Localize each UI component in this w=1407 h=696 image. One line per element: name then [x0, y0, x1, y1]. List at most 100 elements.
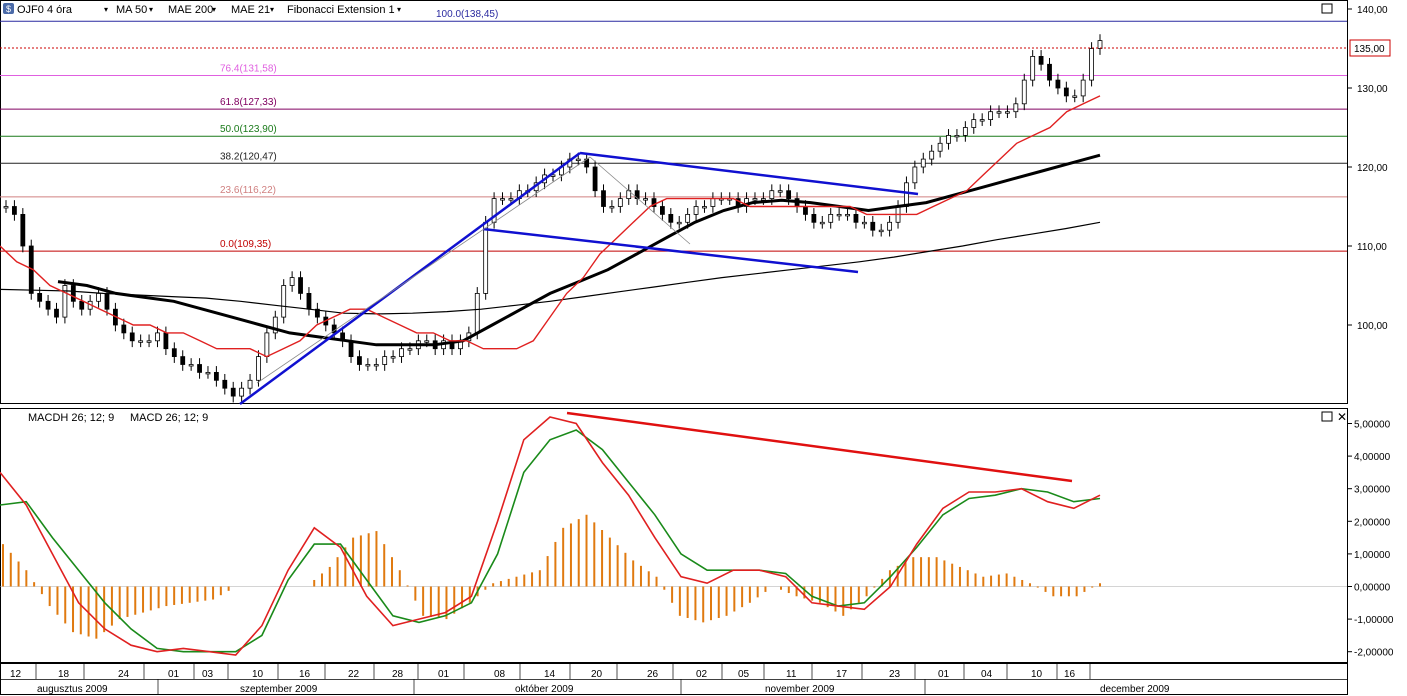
candle: [20, 213, 26, 247]
maximize-icon[interactable]: [1321, 411, 1333, 422]
candle: [617, 198, 623, 207]
fib-label: 76.4(131,58): [220, 64, 277, 75]
price-tick-label: 100,00: [1357, 321, 1388, 332]
candle: [508, 198, 514, 201]
chevron-down-icon[interactable]: ▾: [397, 5, 401, 14]
candle: [904, 182, 909, 207]
month-label: november 2009: [765, 684, 835, 695]
candle: [1072, 95, 1078, 98]
fib-label: 23.6(116,22): [220, 185, 276, 196]
candle: [104, 292, 110, 310]
candle: [424, 340, 430, 343]
day-tick-label: 11: [786, 669, 797, 680]
mae200-selector[interactable]: MAE 200: [168, 4, 213, 16]
macd-tick-label: -2,00000: [1354, 648, 1394, 659]
svg-text:$: $: [6, 4, 11, 14]
candle: [264, 332, 270, 357]
candle: [811, 213, 817, 223]
candle: [870, 221, 876, 231]
macd-panel-frame: [0, 408, 1348, 663]
day-tick-label: 12: [10, 669, 22, 680]
close-icon[interactable]: ✕: [1337, 410, 1347, 424]
candle: [213, 371, 219, 381]
candle: [12, 206, 17, 215]
candle: [1097, 40, 1103, 49]
candle: [163, 332, 169, 350]
day-tick-label: 10: [1031, 669, 1043, 680]
candle: [861, 221, 867, 225]
candle: [1055, 79, 1061, 89]
candle: [920, 158, 926, 168]
candle: [887, 221, 893, 231]
candle: [298, 277, 303, 294]
candle: [155, 332, 160, 342]
day-tick-label: 18: [58, 669, 70, 680]
fib-selector[interactable]: Fibonacci Extension 1: [287, 4, 395, 16]
candle: [693, 206, 699, 215]
fib-label: 0.0(109,35): [220, 239, 271, 250]
macd-tick-label: 0,00000: [1354, 583, 1391, 594]
maximize-icon[interactable]: [1321, 3, 1333, 14]
month-label: október 2009: [515, 684, 574, 695]
day-tick-label: 08: [494, 669, 506, 680]
candle: [819, 221, 825, 225]
candle: [786, 190, 792, 199]
candle: [382, 356, 388, 365]
price-axis: 140,00 130,00 120,00 110,00 100,00 135,00: [1347, 5, 1391, 332]
candle: [702, 206, 707, 209]
ma50-selector[interactable]: MA 50: [116, 4, 147, 16]
mae21-selector[interactable]: MAE 21: [231, 4, 270, 16]
candle: [937, 142, 943, 152]
candle: [1038, 56, 1044, 65]
candle: [357, 356, 362, 365]
day-tick-label: 05: [738, 669, 750, 680]
candle: [777, 190, 783, 193]
day-tick-label: 16: [299, 669, 311, 680]
macdh-selector[interactable]: MACDH 26; 12; 9: [28, 412, 114, 424]
chart-canvas: 100.0(138,45) 76.4(131,58) 61.8(127,33) 50.…: [0, 0, 1394, 695]
chevron-down-icon[interactable]: ▾: [212, 5, 216, 14]
candle: [121, 324, 127, 334]
day-tick-label: 01: [438, 669, 450, 680]
indicator-toolbar: $ OJF0 4 óra MA 50 MAE 200 MAE 21 Fibona…: [3, 3, 401, 16]
day-tick-label: 04: [981, 669, 993, 680]
price-tick-label: 130,00: [1357, 84, 1388, 95]
candle: [971, 119, 977, 128]
candle: [365, 364, 371, 367]
current-price-label: 135,00: [1354, 44, 1385, 55]
symbol-selector[interactable]: OJF0 4 óra: [17, 4, 73, 16]
candle: [239, 387, 245, 397]
candle: [962, 127, 968, 136]
candle: [390, 356, 396, 359]
candle: [1013, 103, 1019, 113]
candle: [138, 340, 144, 343]
candle: [803, 206, 808, 215]
candle: [54, 308, 59, 318]
month-label: szeptember 2009: [240, 684, 318, 695]
candle: [79, 300, 85, 310]
day-tick-label: 17: [836, 669, 848, 680]
candle: [979, 119, 985, 122]
day-tick-label: 22: [348, 669, 360, 680]
candle: [306, 292, 312, 310]
candle: [37, 292, 43, 302]
candle: [988, 111, 993, 120]
candle: [660, 206, 665, 215]
candle: [247, 379, 253, 389]
candle: [676, 221, 682, 225]
candle: [230, 387, 236, 397]
macd-tick-label: 4,00000: [1354, 452, 1391, 463]
candle: [62, 285, 68, 318]
candle: [685, 213, 691, 223]
macd-selector[interactable]: MACD 26; 12; 9: [130, 412, 208, 424]
chevron-down-icon[interactable]: ▾: [104, 5, 108, 14]
candle: [601, 190, 606, 207]
chevron-down-icon[interactable]: ▾: [270, 5, 274, 14]
candle: [592, 166, 598, 192]
chevron-down-icon[interactable]: ▾: [149, 5, 153, 14]
candle: [45, 300, 51, 310]
month-label: december 2009: [1100, 684, 1170, 695]
price-tick-label: 120,00: [1357, 163, 1388, 174]
candle: [1089, 48, 1094, 81]
fib-label: 50.0(123,90): [220, 124, 277, 135]
